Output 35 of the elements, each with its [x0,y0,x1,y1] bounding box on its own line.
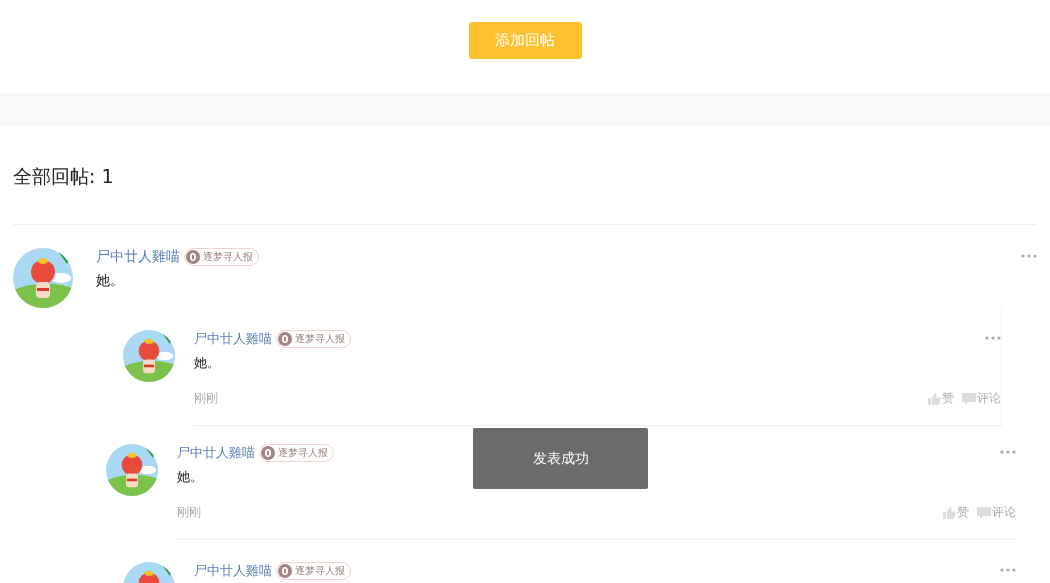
reply-text: 她。 [194,354,221,372]
badge-title: 逐梦寻人报 [295,332,345,346]
badge-title: 逐梦寻人报 [203,250,253,264]
comment-button[interactable]: 评论 [962,390,1001,407]
badge-level: 0 [278,332,292,346]
reply-time: 刚刚 [177,504,201,521]
reply-text: 她。 [177,468,204,486]
badge-level: 0 [261,446,275,460]
author-name[interactable]: 尸中廿人雞喵 [96,248,180,266]
reply-time: 刚刚 [194,390,218,407]
badge-level: 0 [186,250,200,264]
replies-heading: 全部回帖: 1 [13,126,1037,225]
more-icon[interactable] [1000,568,1016,572]
badge-title: 逐梦寻人报 [295,564,345,578]
more-icon[interactable] [985,336,1001,340]
thumbs-up-icon [943,506,956,519]
avatar [13,248,73,308]
author-name[interactable]: 尸中廿人雞喵 [194,330,272,348]
toast-message: 发表成功 [473,428,648,489]
add-reply-button[interactable]: 添加回帖 [468,22,582,59]
like-button[interactable]: 赞 [943,504,969,521]
post-text: 她。 [96,272,125,290]
like-button[interactable]: 赞 [928,390,954,407]
avatar [123,330,175,382]
more-icon[interactable] [1021,254,1037,258]
author-name[interactable]: 尸中廿人雞喵 [194,562,272,580]
thumbs-up-icon [928,392,941,405]
badge-title: 逐梦寻人报 [278,446,328,460]
speech-bubble-icon [962,392,976,405]
badge-level: 0 [278,564,292,578]
speech-bubble-icon [977,506,991,519]
avatar [106,444,158,496]
author-name[interactable]: 尸中廿人雞喵 [177,444,255,462]
more-icon[interactable] [1000,450,1016,454]
comment-button[interactable]: 评论 [977,504,1016,521]
